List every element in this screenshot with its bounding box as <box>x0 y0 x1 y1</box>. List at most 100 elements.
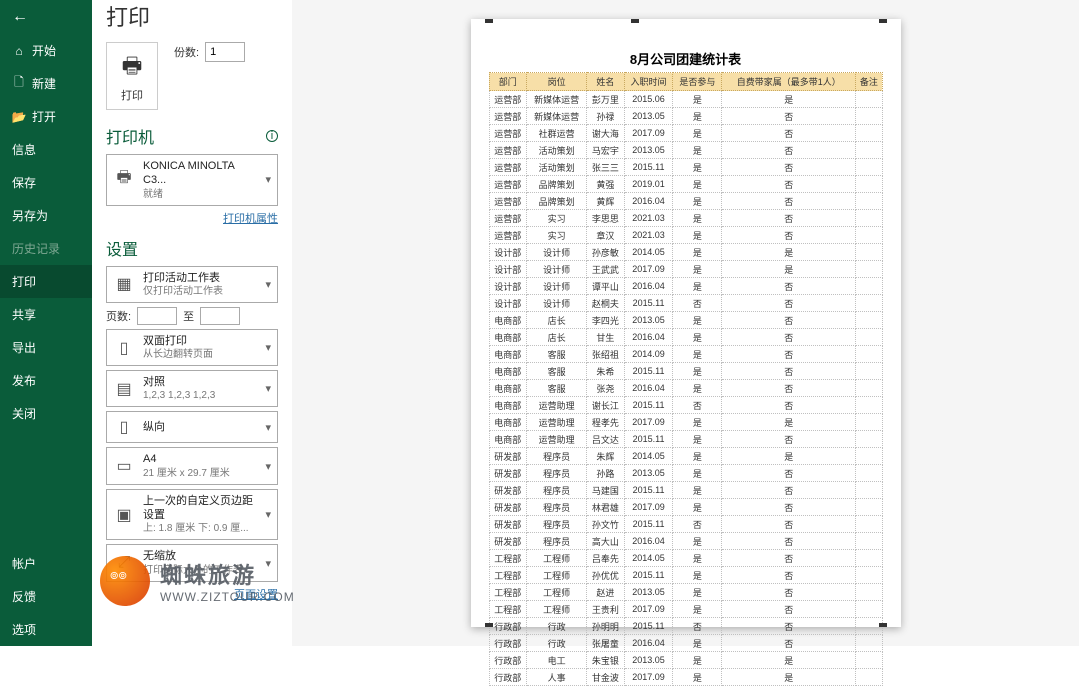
table-row: 工程部工程师赵进2013.05是否 <box>489 584 882 601</box>
collate-dropdown[interactable]: ▤ 对照 1,2,3 1,2,3 1,2,3 ▾ <box>106 370 278 407</box>
nav-label: 另存为 <box>12 207 48 224</box>
table-header: 部门 <box>489 73 527 91</box>
table-row: 设计部设计师孙彦敏2014.05是是 <box>489 244 882 261</box>
nav-label: 信息 <box>12 141 36 158</box>
table-row: 行政部人事甘金波2017.09是是 <box>489 669 882 686</box>
table-row: 运营部社群运营谢大海2017.09是否 <box>489 125 882 142</box>
duplex-icon: ▯ <box>113 337 135 359</box>
margin-marker[interactable] <box>879 623 887 627</box>
nav-icon: ⌂ <box>12 44 26 58</box>
copies-input[interactable] <box>205 42 245 62</box>
nav-label: 关闭 <box>12 405 36 422</box>
nav-label: 发布 <box>12 372 36 389</box>
copies-label: 份数: <box>174 44 199 60</box>
preview-table: 部门岗位姓名入职时间是否参与自费带家属（最多带1人）备注 运营部新媒体运营彭万里… <box>489 72 883 686</box>
sidebar-item-1[interactable]: 🗋 新建 <box>0 67 92 100</box>
table-row: 研发部程序员高大山2016.04是否 <box>489 533 882 550</box>
chevron-down-icon: ▾ <box>265 278 271 291</box>
table-row: 运营部品牌策划黄强2019.01是否 <box>489 176 882 193</box>
printer-properties-link[interactable]: 打印机属性 <box>106 210 278 226</box>
nav-icon: 🗋 <box>12 77 26 91</box>
sidebar-item-4[interactable]: 保存 <box>0 166 92 199</box>
print-preview-area: 8月公司团建统计表 部门岗位姓名入职时间是否参与自费带家属（最多带1人）备注 运… <box>292 0 1079 646</box>
table-row: 研发部程序员马建国2015.11是否 <box>489 482 882 499</box>
sidebar-item-0[interactable]: ⌂ 开始 <box>0 34 92 67</box>
scaling-icon: ⤢ <box>113 552 135 574</box>
nav-icon: 📂 <box>12 110 26 124</box>
table-row: 研发部程序员孙路2013.05是否 <box>489 465 882 482</box>
table-row: 电商部运营助理吕文达2015.11是否 <box>489 431 882 448</box>
duplex-dropdown[interactable]: ▯ 双面打印 从长边翻转页面 ▾ <box>106 329 278 366</box>
sidebar-item-2[interactable]: 📂 打开 <box>0 100 92 133</box>
table-header: 自费带家属（最多带1人） <box>722 73 856 91</box>
sidebar-item-8[interactable]: 共享 <box>0 298 92 331</box>
print-what-dropdown[interactable]: ▦ 打印活动工作表 仅打印活动工作表 ▾ <box>106 266 278 303</box>
sidebar-bottom-item-1[interactable]: 反馈 <box>0 580 92 613</box>
printer-icon: 🖶 <box>122 49 143 87</box>
table-row: 研发部程序员朱辉2014.05是是 <box>489 448 882 465</box>
sheet-icon: ▦ <box>113 273 135 295</box>
table-row: 运营部新媒体运营彭万里2015.06是是 <box>489 91 882 108</box>
sidebar-item-11[interactable]: 关闭 <box>0 397 92 430</box>
page-setup-link[interactable]: 页面设置 <box>106 586 278 602</box>
table-row: 运营部活动策划张三三2015.11是否 <box>489 159 882 176</box>
nav-label: 打开 <box>32 108 56 125</box>
table-row: 电商部店长甘生2016.04是否 <box>489 329 882 346</box>
back-button[interactable]: ← <box>0 0 92 34</box>
sidebar-bottom-item-2[interactable]: 选项 <box>0 613 92 646</box>
orientation-dropdown[interactable]: ▯ 纵向 ▾ <box>106 411 278 443</box>
printer-status-icon: 🖶 <box>113 169 135 191</box>
table-header: 姓名 <box>587 73 625 91</box>
paper-dropdown[interactable]: ▭ A4 21 厘米 x 29.7 厘米 ▾ <box>106 447 278 484</box>
chevron-down-icon: ▾ <box>265 382 271 395</box>
nav-label: 打印 <box>12 273 36 290</box>
sidebar-item-7[interactable]: 打印 <box>0 265 92 298</box>
printer-dropdown[interactable]: 🖶 KONICA MINOLTA C3... 就绪 ▾ <box>106 154 278 206</box>
margin-marker[interactable] <box>485 19 493 23</box>
table-row: 研发部程序员孙文竹2015.11否否 <box>489 516 882 533</box>
page-title: 打印 <box>106 0 278 32</box>
nav-label: 导出 <box>12 339 36 356</box>
printer-section-title: 打印机 <box>106 124 154 148</box>
scaling-dropdown[interactable]: ⤢ 无缩放 打印实际大小的工作表 ▾ <box>106 544 278 581</box>
table-row: 行政部行政孙明明2015.11否否 <box>489 618 882 635</box>
page-from-input[interactable] <box>137 307 177 325</box>
margins-dropdown[interactable]: ▣ 上一次的自定义页边距设置 上: 1.8 厘米 下: 0.9 厘... ▾ <box>106 489 278 541</box>
table-row: 电商部客服朱希2015.11是否 <box>489 363 882 380</box>
margin-marker[interactable] <box>485 623 493 627</box>
page-to-input[interactable] <box>200 307 240 325</box>
chevron-down-icon: ▾ <box>265 341 271 354</box>
margin-marker[interactable] <box>631 19 639 23</box>
table-row: 运营部实习章汉2021.03是否 <box>489 227 882 244</box>
table-row: 工程部工程师吕奉先2014.05是否 <box>489 550 882 567</box>
table-row: 行政部行政张屠童2016.04是否 <box>489 635 882 652</box>
chevron-down-icon: ▾ <box>265 460 271 473</box>
backstage-sidebar: ← ⌂开始🗋新建📂打开信息保存另存为历史记录打印共享导出发布关闭 帐户反馈选项 <box>0 0 92 646</box>
print-button-label: 打印 <box>121 87 143 103</box>
sidebar-item-3[interactable]: 信息 <box>0 133 92 166</box>
sidebar-item-5[interactable]: 另存为 <box>0 199 92 232</box>
info-icon[interactable]: i <box>266 130 278 142</box>
page-preview: 8月公司团建统计表 部门岗位姓名入职时间是否参与自费带家属（最多带1人）备注 运… <box>471 19 901 627</box>
sidebar-item-9[interactable]: 导出 <box>0 331 92 364</box>
margin-marker[interactable] <box>879 19 887 23</box>
table-row: 运营部活动策划马宏宇2013.05是否 <box>489 142 882 159</box>
table-row: 运营部品牌策划黄辉2016.04是否 <box>489 193 882 210</box>
nav-label: 共享 <box>12 306 36 323</box>
nav-label: 保存 <box>12 174 36 191</box>
chevron-down-icon: ▾ <box>265 508 271 521</box>
table-row: 电商部运营助理程孝先2017.09是是 <box>489 414 882 431</box>
table-header: 备注 <box>856 73 882 91</box>
back-arrow-icon: ← <box>12 8 28 25</box>
sidebar-bottom-item-0[interactable]: 帐户 <box>0 547 92 580</box>
nav-label: 开始 <box>32 42 56 59</box>
nav-label: 新建 <box>32 75 56 92</box>
sidebar-item-10[interactable]: 发布 <box>0 364 92 397</box>
table-header: 入职时间 <box>624 73 673 91</box>
preview-doc-title: 8月公司团建统计表 <box>489 49 883 68</box>
table-row: 运营部新媒体运营孙禄2013.05是否 <box>489 108 882 125</box>
print-button[interactable]: 🖶 打印 <box>106 42 158 110</box>
table-row: 电商部客服张绍祖2014.09是否 <box>489 346 882 363</box>
table-row: 设计部设计师王武武2017.09是是 <box>489 261 882 278</box>
margins-icon: ▣ <box>113 504 135 526</box>
